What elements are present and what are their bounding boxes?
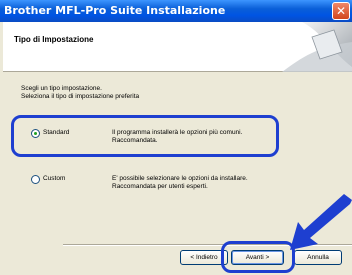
window-title: Brother MFL-Pro Suite Installazione: [4, 4, 226, 17]
custom-label[interactable]: Custom: [43, 175, 65, 182]
close-icon: ✕: [335, 4, 347, 18]
instructions: Scegli un tipo impostazione. Seleziona i…: [21, 85, 139, 101]
close-button[interactable]: ✕: [332, 2, 350, 20]
standard-desc-line-1: Il programma installerà le opzioni più c…: [112, 129, 243, 136]
page-title: Tipo di Impostazione: [14, 35, 94, 44]
standard-label[interactable]: Standard: [43, 129, 69, 136]
title-bar: Brother MFL-Pro Suite Installazione ✕: [0, 0, 352, 22]
installer-window: Brother MFL-Pro Suite Installazione ✕ Ti…: [0, 0, 352, 275]
standard-radio[interactable]: [31, 129, 40, 138]
custom-desc-line-1: E' possibile selezionare le opzioni da i…: [112, 175, 248, 182]
header-graphic-icon: [282, 22, 352, 72]
instruction-line-2: Seleziona il tipo di impostazione prefer…: [21, 93, 140, 100]
arrow-annotation-icon: [290, 194, 352, 250]
custom-desc-line-2: Raccomandata per utenti esperti.: [112, 183, 208, 190]
wizard-header: Tipo di Impostazione: [3, 22, 352, 72]
instruction-line-1: Scegli un tipo impostazione.: [21, 85, 102, 92]
standard-desc-line-2: Raccomandata.: [112, 137, 158, 144]
custom-radio[interactable]: [31, 175, 40, 184]
standard-description: Il programma installerà le opzioni più c…: [112, 129, 242, 145]
custom-description: E' possibile selezionare le opzioni da i…: [112, 175, 248, 191]
next-highlight-annotation: [221, 241, 295, 273]
